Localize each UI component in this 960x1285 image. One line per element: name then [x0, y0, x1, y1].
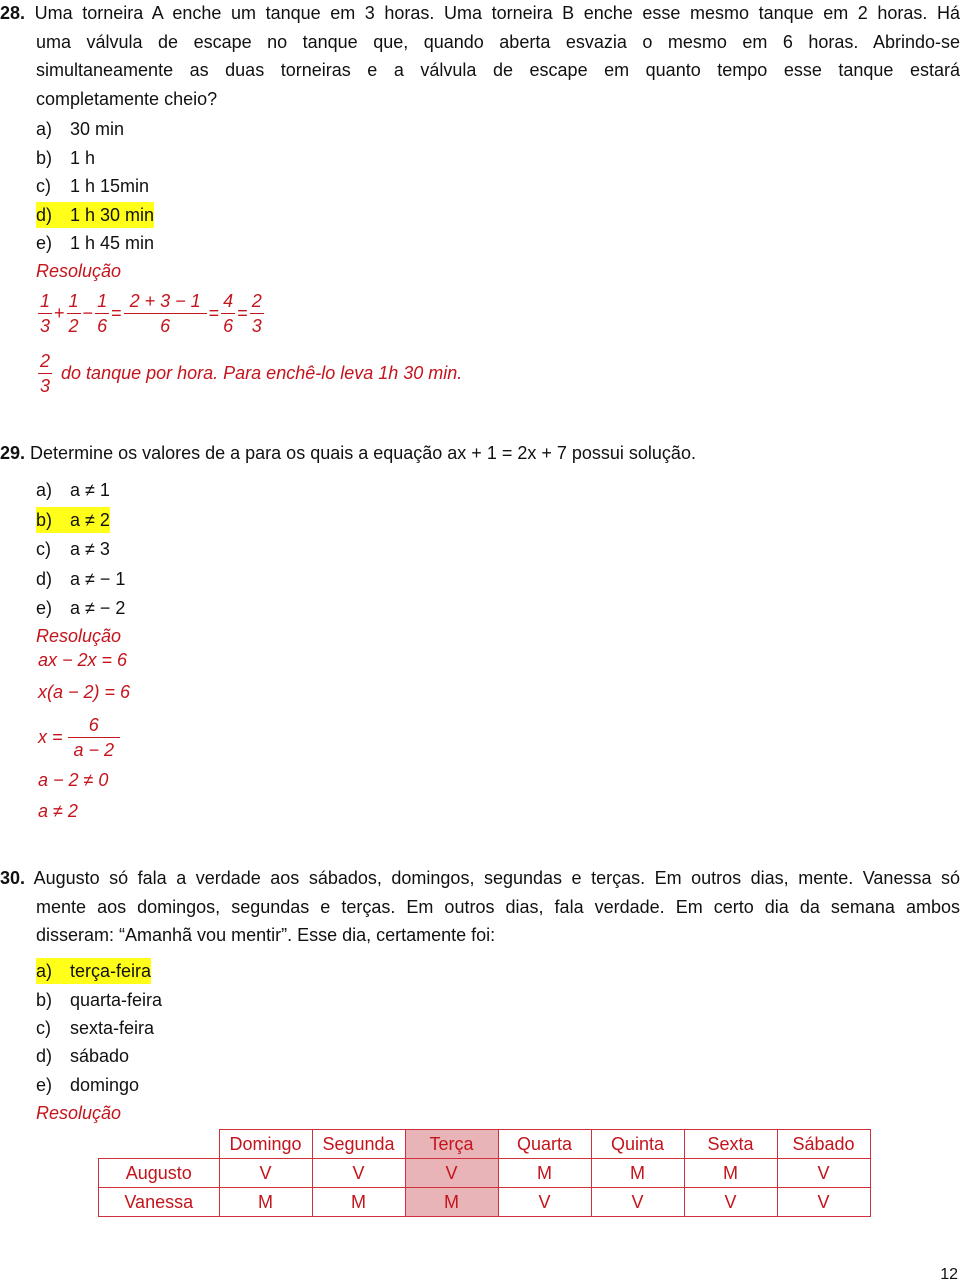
table-cell: M	[590, 1158, 685, 1188]
question-30-line-3: disseram: “Amanhã vou mentir”. Esse dia,…	[36, 925, 496, 945]
q28-option-e: e) 1 h 45 min	[36, 233, 155, 253]
fraction: 46	[221, 291, 236, 336]
q28-option-c: c) 1 h 15min	[36, 176, 150, 196]
table-cell: V	[311, 1158, 406, 1188]
question-number: 28.	[0, 3, 26, 23]
question-30: 30. Augusto só fala a verdade aos sábado…	[0, 864, 960, 950]
table-row: Augusto V V V M M M V	[98, 1158, 871, 1188]
table-cell: V	[776, 1158, 871, 1188]
table-header: Domingo	[218, 1129, 313, 1159]
q29-step-3: x = 6a − 2	[38, 713, 121, 762]
q29-step-4: a − 2 ≠ 0	[38, 770, 109, 790]
q28-conclusion: 23 do tanque por hora. Para enchê-lo lev…	[38, 351, 463, 396]
table-header: Sexta	[683, 1129, 778, 1159]
q29-resolution-title: Resolução	[36, 626, 122, 646]
table-cell: M	[497, 1158, 592, 1188]
table-row: Vanessa M M M V V V V	[98, 1187, 871, 1217]
q29-step-2: x(a − 2) = 6	[38, 682, 131, 702]
table-header: Quinta	[590, 1129, 685, 1159]
question-30-line-1: 30. Augusto só fala a verdade aos sábado…	[0, 868, 960, 888]
question-28-line-4: completamente cheio?	[36, 88, 218, 109]
q30-option-c: c) sexta-feira	[36, 1018, 155, 1038]
fraction: 2 + 3 − 16	[123, 289, 207, 338]
table-cell: V	[497, 1187, 592, 1217]
q28-equation: 1 3 +1 2−1 6 = 2 + 3 − 1 6 = 4 6 = 2 3	[38, 289, 264, 338]
table-cell: M	[683, 1158, 778, 1188]
table-cell-highlighted: V	[404, 1158, 499, 1188]
table-cell: V	[683, 1187, 778, 1217]
table-cell: M	[311, 1187, 406, 1217]
question-28-line-3: simultaneamente as duas torneiras e a vá…	[36, 60, 960, 80]
fraction: 23	[249, 291, 264, 336]
table-cell-highlighted: M	[404, 1187, 499, 1217]
question-29-text: Determine os valores de a para os quais …	[30, 443, 696, 463]
table-corner	[98, 1129, 220, 1159]
question-28-line-1: 28. Uma torneira A enche um tanque em 3 …	[0, 3, 960, 23]
row-name: Augusto	[98, 1158, 220, 1188]
fraction: 13	[38, 291, 53, 336]
table-cell: V	[776, 1187, 871, 1217]
table-cell: M	[218, 1187, 313, 1217]
q30-option-d: d) sábado	[36, 1046, 130, 1066]
question-28: 28. Uma torneira A enche um tanque em 3 …	[0, 0, 960, 113]
q28-option-b: b) 1 h	[36, 148, 96, 168]
fraction: 12	[66, 291, 81, 336]
q29-step-5: a ≠ 2	[38, 801, 78, 821]
question-29: 29. Determine os valores de a para os qu…	[0, 440, 696, 466]
question-number: 29.	[0, 443, 26, 463]
table-header: Segunda	[311, 1129, 406, 1159]
q29-option-a: a) a ≠ 1	[36, 480, 110, 500]
q29-step-1: ax − 2x = 6	[38, 650, 128, 670]
q30-option-a-highlighted: a) terça-feira	[36, 958, 152, 984]
q30-option-b: b) quarta-feira	[36, 990, 163, 1010]
table-header-row: Domingo Segunda Terça Quarta Quinta Sext…	[98, 1129, 871, 1159]
q29-option-d: d) a ≠ − 1	[36, 569, 126, 589]
question-number: 30.	[0, 868, 26, 888]
q30-resolution-title: Resolução	[36, 1103, 122, 1123]
q29-option-e: e) a ≠ − 2	[36, 598, 126, 618]
row-name: Vanessa	[98, 1187, 220, 1217]
page-number: 12	[940, 1266, 958, 1283]
table-cell: V	[218, 1158, 313, 1188]
q29-option-c: c) a ≠ 3	[36, 539, 110, 559]
question-28-line-2: uma válvula de escape no tanque que, qua…	[36, 31, 960, 52]
fraction: 6a − 2	[67, 713, 121, 762]
q28-option-a: a) 30 min	[36, 119, 125, 139]
fraction: 16	[95, 291, 110, 336]
table-header: Quarta	[497, 1129, 592, 1159]
fraction: 23	[38, 351, 53, 396]
truth-table: Domingo Segunda Terça Quarta Quinta Sext…	[98, 1129, 871, 1217]
question-30-line-2: mente aos domingos, segundas e terças. E…	[36, 896, 960, 917]
table-header: Sábado	[776, 1129, 871, 1159]
q30-option-e: e) domingo	[36, 1075, 140, 1095]
q28-resolution-title: Resolução	[36, 261, 122, 281]
q29-option-b-highlighted: b) a ≠ 2	[36, 507, 110, 533]
q28-option-d-highlighted: d) 1 h 30 min	[36, 202, 155, 228]
table-cell: V	[590, 1187, 685, 1217]
table-header-highlighted: Terça	[404, 1129, 499, 1159]
